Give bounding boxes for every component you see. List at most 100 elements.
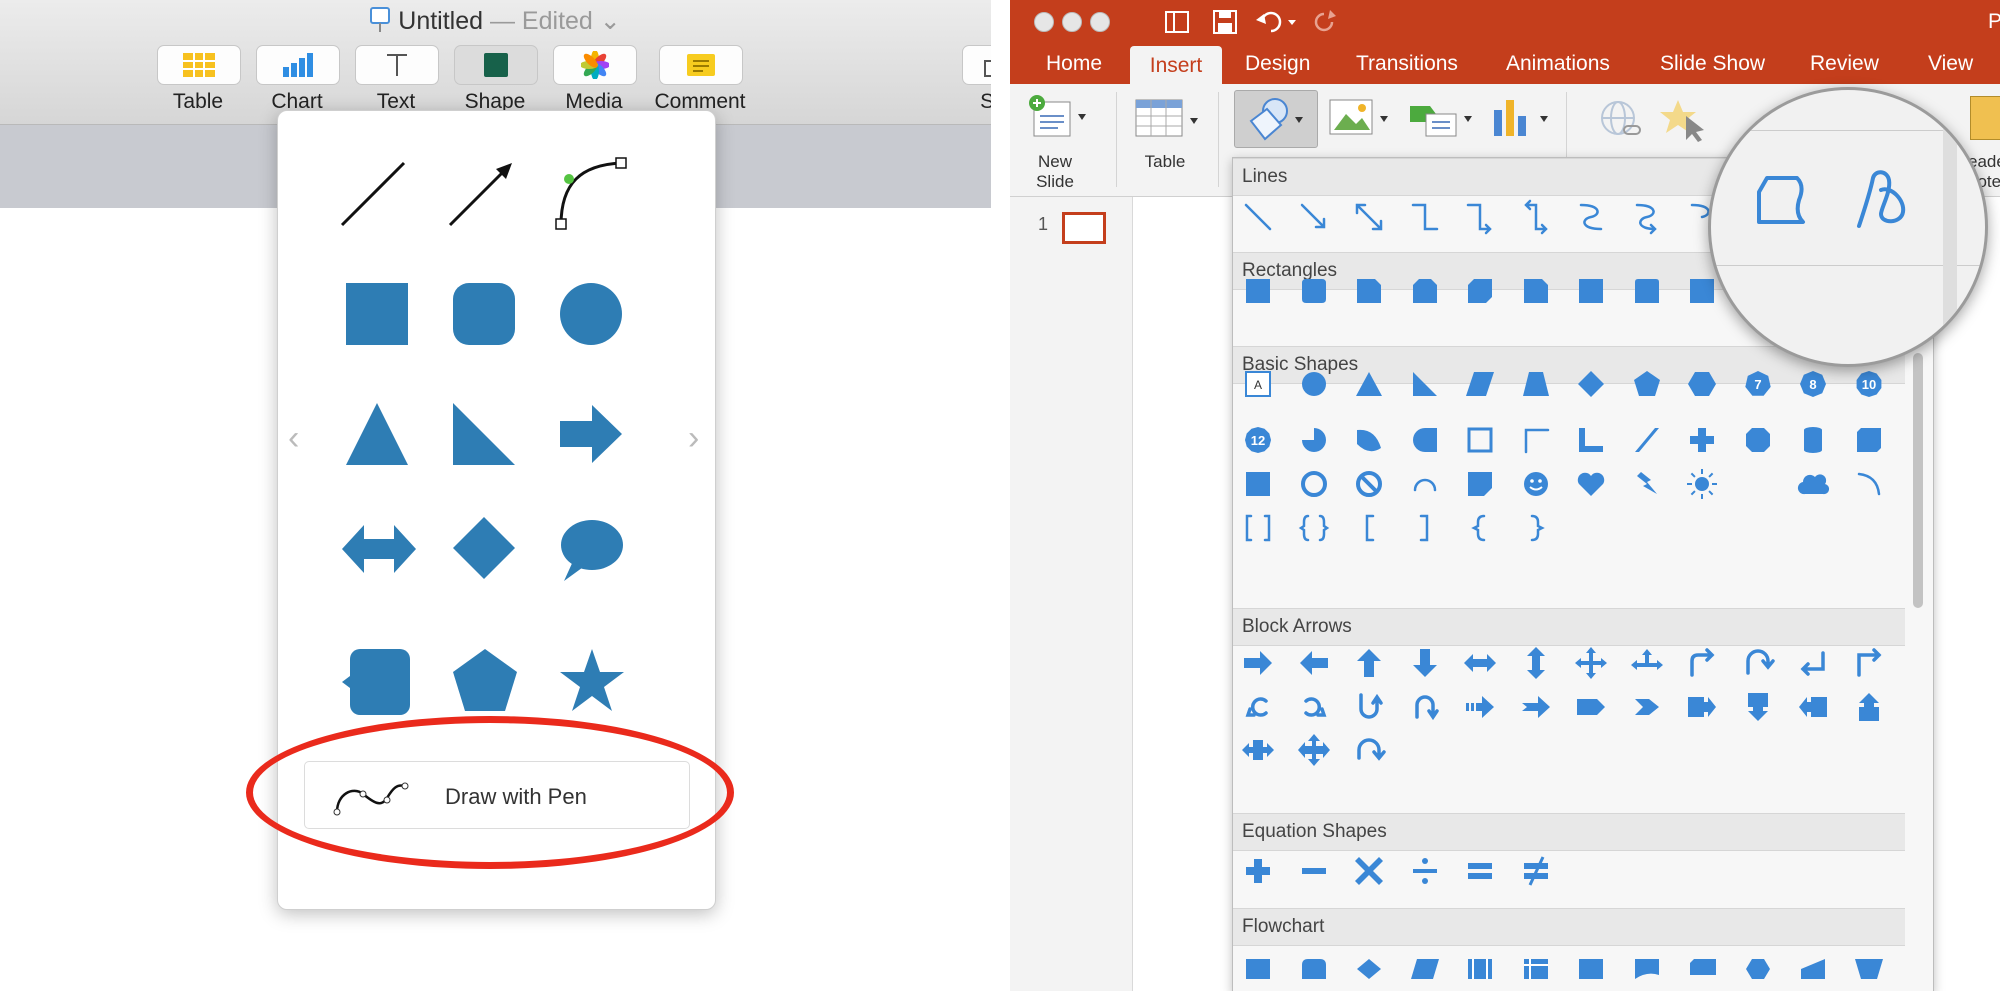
rectangle-shape-6[interactable]: [1516, 271, 1556, 311]
right-arrow-shape[interactable]: [560, 403, 622, 465]
basic-shape-14[interactable]: [1294, 420, 1334, 460]
equation-shape-5[interactable]: [1460, 851, 1500, 891]
basic-shape-3[interactable]: [1349, 364, 1389, 404]
table-button[interactable]: [157, 45, 241, 85]
previous-page-arrow[interactable]: ‹: [288, 419, 299, 458]
flowchart-shape-10[interactable]: [1738, 945, 1778, 985]
block-arrow-4[interactable]: [1405, 643, 1445, 683]
chart-button[interactable]: [256, 45, 340, 85]
flowchart-shape-9[interactable]: [1682, 945, 1722, 985]
media-button[interactable]: [553, 45, 637, 85]
tab-insert[interactable]: Insert: [1130, 46, 1222, 86]
basic-shape-30[interactable]: [1516, 464, 1556, 504]
next-page-arrow[interactable]: ›: [688, 419, 699, 458]
arrow-line-shape[interactable]: [446, 159, 516, 229]
line-shape-6[interactable]: [1516, 197, 1556, 237]
redo-icon[interactable]: [1312, 8, 1342, 36]
block-arrow-1[interactable]: [1238, 643, 1278, 683]
basic-shape-32[interactable]: [1627, 464, 1667, 504]
block-arrow-14[interactable]: [1294, 687, 1334, 727]
tab-view[interactable]: View: [1928, 52, 1973, 76]
speech-bubble-shape[interactable]: [558, 519, 624, 581]
equation-shape-3[interactable]: [1349, 851, 1389, 891]
line-shape-5[interactable]: [1460, 197, 1500, 237]
rectangle-shape-8[interactable]: [1627, 271, 1667, 311]
diamond-shape[interactable]: [453, 517, 515, 579]
callout-shape[interactable]: [342, 649, 410, 715]
basic-shape-22[interactable]: [1738, 420, 1778, 460]
basic-shape-8[interactable]: [1627, 364, 1667, 404]
block-arrow-16[interactable]: [1405, 687, 1445, 727]
square-shape[interactable]: [346, 283, 408, 345]
line-shape-7[interactable]: [1571, 197, 1611, 237]
equation-shape-6[interactable]: [1516, 851, 1556, 891]
basic-shape-35[interactable]: [1793, 464, 1833, 504]
shapes-button[interactable]: [1234, 90, 1318, 148]
equation-shape-1[interactable]: [1238, 851, 1278, 891]
basic-shape-4[interactable]: [1405, 364, 1445, 404]
block-arrow-22[interactable]: [1738, 687, 1778, 727]
line-shape-3[interactable]: [1349, 197, 1389, 237]
new-slide-icon[interactable]: [1028, 94, 1088, 140]
shape-button[interactable]: [454, 45, 538, 85]
tab-home[interactable]: Home: [1046, 52, 1102, 76]
basic-shape-10[interactable]: 7: [1738, 364, 1778, 404]
curve-shape[interactable]: [551, 153, 631, 233]
block-arrow-9[interactable]: [1682, 643, 1722, 683]
block-arrow-19[interactable]: [1571, 687, 1611, 727]
block-arrow-13[interactable]: [1238, 687, 1278, 727]
line-shape-1[interactable]: [1238, 197, 1278, 237]
basic-shape-34[interactable]: [1738, 464, 1778, 504]
block-arrow-2[interactable]: [1294, 643, 1334, 683]
sidebar-toggle-icon[interactable]: [1162, 8, 1192, 36]
bracket-shape-5[interactable]: [1460, 508, 1500, 548]
basic-shape-6[interactable]: [1516, 364, 1556, 404]
right-triangle-shape[interactable]: [453, 403, 515, 465]
scrollbar[interactable]: [1913, 353, 1923, 608]
basic-shape-13[interactable]: 12: [1238, 420, 1278, 460]
zoom-window-button[interactable]: [1090, 12, 1110, 32]
block-arrow-5[interactable]: [1460, 643, 1500, 683]
basic-shape-12[interactable]: 10: [1849, 364, 1889, 404]
block-arrow-7[interactable]: [1571, 643, 1611, 683]
slide-thumbnail[interactable]: [1062, 212, 1106, 244]
block-arrow-8[interactable]: [1627, 643, 1667, 683]
basic-shape-29[interactable]: [1460, 464, 1500, 504]
close-window-button[interactable]: [1034, 12, 1054, 32]
chevron-down-icon[interactable]: ⌄: [600, 7, 621, 35]
basic-shape-21[interactable]: [1682, 420, 1722, 460]
text-button[interactable]: [355, 45, 439, 85]
save-icon[interactable]: [1210, 8, 1240, 36]
triangle-shape[interactable]: [346, 403, 408, 465]
basic-shape-31[interactable]: [1571, 464, 1611, 504]
hyperlink-icon[interactable]: [1598, 98, 1644, 142]
tab-review[interactable]: Review: [1810, 52, 1879, 76]
comment-button[interactable]: [659, 45, 743, 85]
basic-shape-25[interactable]: [1238, 464, 1278, 504]
double-arrow-shape[interactable]: [342, 521, 416, 577]
block-arrow-17[interactable]: [1460, 687, 1500, 727]
basic-shape-7[interactable]: [1571, 364, 1611, 404]
basic-shape-27[interactable]: [1349, 464, 1389, 504]
bracket-shape-4[interactable]: [1405, 508, 1445, 548]
pentagon-shape[interactable]: [453, 649, 517, 711]
tab-design[interactable]: Design: [1245, 52, 1310, 76]
basic-shape-1[interactable]: A: [1238, 364, 1278, 404]
picture-icon[interactable]: [1328, 96, 1392, 140]
rectangle-shape-7[interactable]: [1571, 271, 1611, 311]
share-button[interactable]: [962, 45, 991, 85]
block-arrow-3[interactable]: [1349, 643, 1389, 683]
block-arrow-12[interactable]: [1849, 643, 1889, 683]
rectangle-shape-2[interactable]: [1294, 271, 1334, 311]
block-arrow-23[interactable]: [1793, 687, 1833, 727]
basic-shape-17[interactable]: [1460, 420, 1500, 460]
rectangle-shape-1[interactable]: [1238, 271, 1278, 311]
basic-shape-23[interactable]: [1793, 420, 1833, 460]
chart-icon[interactable]: [1488, 96, 1554, 140]
block-arrow-6[interactable]: [1516, 643, 1556, 683]
block-arrow-11[interactable]: [1793, 643, 1833, 683]
action-icon[interactable]: [1660, 98, 1706, 142]
block-arrow-24[interactable]: [1849, 687, 1889, 727]
circle-shape[interactable]: [560, 283, 622, 345]
line-shape-8[interactable]: [1627, 197, 1667, 237]
